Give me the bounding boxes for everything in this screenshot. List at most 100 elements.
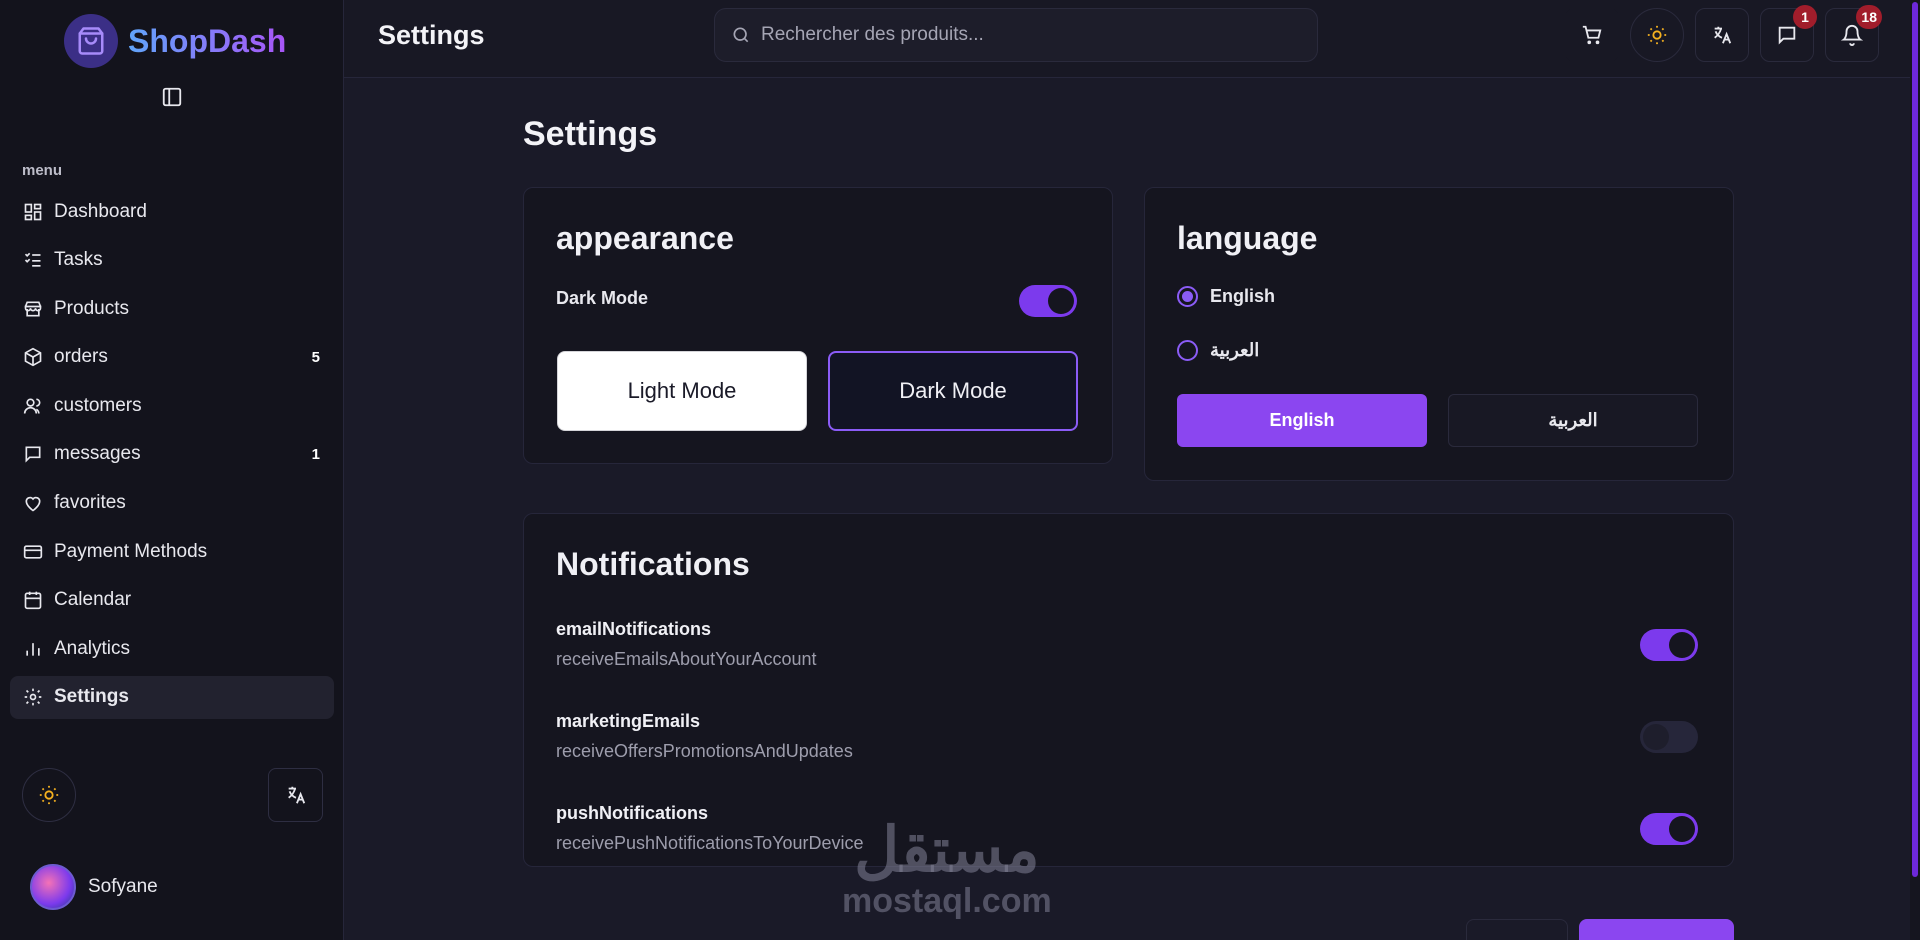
store-icon — [22, 298, 44, 320]
theme-toggle-button[interactable] — [1630, 8, 1684, 62]
user-profile[interactable]: Sofyane — [30, 864, 158, 910]
orders-count-badge: 5 — [311, 348, 320, 366]
language-option-english[interactable]: English — [1177, 286, 1275, 307]
search-input[interactable] — [761, 24, 1281, 46]
calendar-icon — [22, 589, 44, 611]
dark-mode-label: Dark Mode — [556, 288, 649, 308]
notifications-button[interactable]: 18 — [1825, 5, 1882, 62]
messages-count-badge: 1 — [311, 445, 320, 463]
sidebar-item-products[interactable]: Products — [10, 287, 334, 330]
language-option-arabic[interactable]: العربية — [1177, 340, 1259, 361]
watermark-arabic: مستقل — [854, 816, 1040, 885]
cancel-button[interactable] — [1466, 919, 1568, 940]
sidebar-item-label: Products — [54, 297, 129, 319]
panel-left-icon — [162, 87, 182, 107]
sidebar-item-calendar[interactable]: Calendar — [10, 579, 334, 622]
notification-row-marketing: marketingEmails receiveOffersPromotionsA… — [556, 711, 1698, 775]
menu-section-label: menu — [22, 162, 63, 179]
push-notifications-toggle[interactable] — [1640, 813, 1698, 845]
messages-badge: 1 — [1793, 5, 1817, 29]
language-card: language English العربية English العربية — [1144, 187, 1734, 481]
sidebar-nav: Dashboard Tasks Products orders 5 custom… — [10, 190, 334, 725]
light-mode-button[interactable]: Light Mode — [557, 351, 807, 431]
sidebar-collapse-button[interactable] — [160, 85, 184, 109]
notification-row-push: pushNotifications receivePushNotificatio… — [556, 803, 1698, 867]
top-header: Settings 1 18 — [344, 0, 1920, 78]
package-icon — [22, 346, 44, 368]
scrollbar-thumb[interactable] — [1912, 2, 1918, 877]
notification-description: receivePushNotificationsToYourDevice — [556, 833, 864, 853]
messages-button[interactable]: 1 — [1760, 5, 1817, 62]
arabic-button[interactable]: العربية — [1448, 394, 1698, 447]
notification-row-email: emailNotifications receiveEmailsAboutYou… — [556, 619, 1698, 683]
brand-logo[interactable]: ShopDash — [64, 14, 286, 68]
save-button[interactable] — [1579, 919, 1734, 940]
brand-name: ShopDash — [128, 22, 287, 59]
page-title: Settings — [523, 115, 658, 153]
sidebar-item-payment-methods[interactable]: Payment Methods — [10, 530, 334, 573]
sun-icon — [39, 785, 59, 805]
avatar — [30, 864, 76, 910]
notifications-title: Notifications — [556, 546, 750, 582]
sidebar-item-analytics[interactable]: Analytics — [10, 627, 334, 670]
sidebar-item-label: messages — [54, 443, 141, 465]
english-button[interactable]: English — [1177, 394, 1427, 447]
sidebar-item-label: Dashboard — [54, 200, 147, 222]
dashboard-grid-icon — [22, 201, 44, 223]
notification-description: receiveOffersPromotionsAndUpdates — [556, 741, 853, 761]
search-icon — [733, 27, 749, 43]
search-bar[interactable] — [714, 8, 1318, 62]
message-icon — [22, 443, 44, 465]
watermark-latin: mostaql.com — [842, 882, 1052, 920]
bell-icon — [1841, 25, 1863, 46]
shopping-bag-icon — [64, 14, 118, 68]
notifications-card: Notifications emailNotifications receive… — [523, 513, 1734, 867]
sidebar-item-orders[interactable]: orders 5 — [10, 336, 334, 379]
sidebar-item-customers[interactable]: customers — [10, 384, 334, 427]
sidebar-item-favorites[interactable]: favorites — [10, 482, 334, 525]
app-root: ShopDash menu Dashboard Tasks Products o… — [0, 0, 1920, 940]
main-content: Settings appearance Dark Mode Light Mode… — [344, 79, 1920, 940]
radio-label: English — [1210, 286, 1276, 306]
heart-icon — [22, 492, 44, 514]
notification-title: marketingEmails — [556, 711, 701, 731]
marketing-emails-toggle[interactable] — [1640, 721, 1698, 753]
sidebar-item-label: Tasks — [54, 249, 103, 271]
sidebar-item-tasks[interactable]: Tasks — [10, 239, 334, 282]
sun-icon — [1647, 25, 1667, 45]
header-title: Settings — [378, 20, 485, 50]
sidebar-item-settings[interactable]: Settings — [10, 675, 334, 719]
sidebar-item-messages[interactable]: messages 1 — [10, 433, 334, 476]
sidebar-item-label: Analytics — [54, 637, 131, 659]
message-icon — [1778, 26, 1796, 45]
dark-mode-toggle[interactable] — [1019, 285, 1077, 317]
watermark: مستقل mostaql.com — [842, 816, 1052, 921]
language-button[interactable] — [1695, 8, 1749, 62]
gear-icon — [22, 686, 44, 708]
language-title: language — [1177, 220, 1318, 256]
radio-label: العربية — [1210, 340, 1260, 360]
translate-icon — [287, 786, 305, 804]
appearance-card: appearance Dark Mode Light Mode Dark Mod… — [523, 187, 1113, 464]
tasks-list-icon — [22, 249, 44, 271]
notifications-badge: 18 — [1856, 5, 1882, 29]
translate-icon — [1714, 26, 1732, 44]
cart-button[interactable] — [1565, 8, 1619, 62]
user-name: Sofyane — [88, 876, 158, 897]
sidebar-item-dashboard[interactable]: Dashboard — [10, 190, 334, 233]
sidebar-item-label: Settings — [54, 686, 129, 708]
radio-selected[interactable] — [1177, 286, 1198, 307]
appearance-title: appearance — [556, 220, 734, 256]
sidebar-item-label: customers — [54, 394, 142, 416]
email-notifications-toggle[interactable] — [1640, 629, 1698, 661]
sidebar-language-button[interactable] — [268, 768, 323, 822]
dark-mode-button[interactable]: Dark Mode — [828, 351, 1078, 431]
sidebar-theme-toggle-button[interactable] — [22, 768, 76, 822]
cart-icon — [1582, 25, 1602, 45]
page-scrollbar[interactable] — [1910, 0, 1920, 940]
sidebar-item-label: orders — [54, 346, 108, 368]
notification-description: receiveEmailsAboutYourAccount — [556, 649, 817, 669]
notification-title: emailNotifications — [556, 619, 712, 639]
radio-unselected[interactable] — [1177, 340, 1198, 361]
users-icon — [22, 395, 44, 417]
